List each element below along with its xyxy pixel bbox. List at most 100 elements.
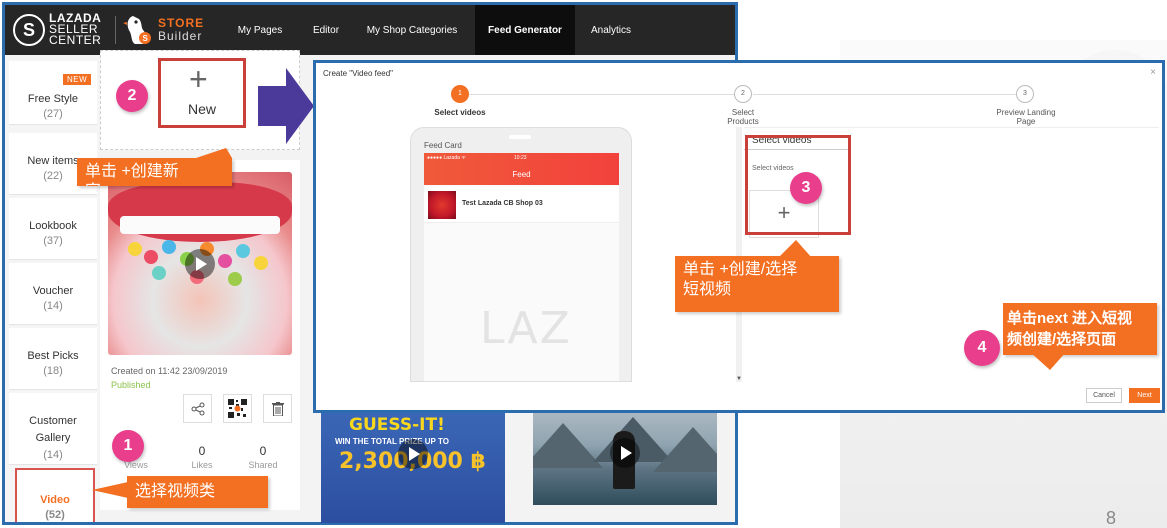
share-button[interactable] [183, 394, 212, 423]
lake-video-card[interactable] [533, 413, 717, 505]
lazada-seller-center-logo[interactable]: LAZADA SELLER CENTER [49, 12, 102, 47]
sidebar-item-count: (52) [45, 509, 65, 521]
shop-name: Test Lazada CB Shop 03 [462, 200, 543, 207]
nav-my-pages[interactable]: My Pages [227, 5, 293, 55]
step-3-indicator: 3 [1016, 85, 1034, 103]
candy-image [162, 240, 176, 254]
step-2-label: Select Products [727, 108, 759, 126]
plus-icon: + [189, 61, 208, 97]
step-3-label: Preview Landing Page [996, 108, 1056, 126]
candy-image [236, 244, 250, 258]
nav-my-shop-categories[interactable]: My Shop Categories [359, 5, 465, 55]
delete-button[interactable] [263, 394, 292, 423]
candy-image [152, 266, 166, 280]
candy-image [228, 272, 242, 286]
right-arrow-icon [258, 68, 314, 144]
sidebar-item-count: (14) [43, 300, 63, 312]
sidebar-item-label: Free Style [27, 93, 79, 105]
shop-avatar [428, 191, 456, 219]
sidebar-item-voucher[interactable]: Voucher (14) [9, 263, 97, 325]
new-badge: NEW [63, 74, 92, 85]
sidebar-item-label: Best Picks [27, 350, 79, 362]
video-thumbnail[interactable] [108, 172, 292, 355]
play-icon[interactable] [610, 438, 640, 468]
qr-code-button[interactable] [223, 394, 252, 423]
top-navigation: S LAZADA SELLER CENTER S STORE Builder M… [5, 5, 735, 55]
svg-text:S: S [143, 34, 149, 43]
sidebar-item-free-style[interactable]: Free Style (27) [9, 61, 97, 125]
callout-next-step: 单击next 进入短视 频创建/选择页面 [1003, 303, 1157, 355]
trash-icon [271, 402, 284, 417]
store-builder-logo[interactable]: STORE Builder [158, 17, 204, 43]
sidebar-item-customer-gallery[interactable]: Customer Gallery (14) [9, 393, 97, 465]
phone-screen-title: Feed [512, 170, 531, 179]
step-1-label: Select videos [434, 108, 486, 117]
guess-it-subline: WIN THE TOTAL PRIZE UP TO [335, 437, 449, 446]
callout-pointer [196, 148, 232, 158]
callout-select-video: 选择视频类 [127, 476, 268, 508]
play-icon[interactable] [185, 249, 215, 279]
sidebar-item-video[interactable]: Video (52) [15, 468, 95, 522]
cancel-button[interactable]: Cancel [1086, 388, 1122, 403]
store-builder-bird-icon: S [123, 16, 151, 44]
center-text: CENTER [49, 33, 102, 47]
candy-image [144, 250, 158, 264]
laz-watermark: LAZ [480, 303, 572, 354]
scroll-down-icon[interactable]: ▼ [736, 376, 742, 382]
sidebar-item-label: Lookbook [29, 220, 77, 232]
likes-count: 0 [198, 444, 206, 458]
candy-image [218, 254, 232, 268]
play-icon[interactable] [398, 439, 428, 469]
sidebar-item-label: Customer Gallery [29, 415, 77, 444]
phone-screen: ●●●●● Lazada ᯤ 10:23 Feed Test Lazada CB… [424, 153, 619, 381]
mountain-image [653, 427, 717, 472]
phone-speaker [509, 135, 531, 139]
nav-editor[interactable]: Editor [301, 5, 351, 55]
step-marker-1: 1 [112, 430, 144, 462]
candy-image [254, 256, 268, 270]
step-2-indicator: 2 [734, 85, 752, 103]
callout-create-video: 单击 +创建/选择 短视频 [675, 256, 839, 312]
new-feed-button[interactable]: + New [158, 58, 246, 128]
callout-pointer [778, 240, 812, 258]
step-marker-3: 3 [790, 172, 822, 204]
step-marker-2: 2 [116, 80, 148, 112]
feed-category-sidebar: Free Style (27) New items (22) Lookbook … [5, 55, 99, 522]
nav-analytics[interactable]: Analytics [583, 5, 639, 55]
sidebar-item-count: (27) [43, 108, 63, 120]
guess-it-video-card[interactable]: GUESS-IT! WIN THE TOTAL PRIZE UP TO 2,30… [321, 413, 505, 523]
sidebar-item-best-picks[interactable]: Best Picks (18) [9, 328, 97, 390]
feed-card-preview: Feed Card ●●●●● Lazada ᯤ 10:23 Feed Test… [410, 127, 632, 382]
sidebar-item-label: Video [40, 494, 70, 506]
candy-image [128, 242, 142, 256]
created-date: Created on 11:42 23/09/2019 [111, 366, 228, 376]
sidebar-item-lookbook[interactable]: Lookbook (37) [9, 198, 97, 260]
published-status: Published [111, 380, 151, 390]
preview-scrollbar[interactable]: ▼ [736, 127, 742, 382]
step-1-indicator: 1 [451, 85, 469, 103]
step-connector [469, 94, 742, 95]
likes-label: Likes [191, 460, 213, 470]
logo-divider [115, 16, 116, 44]
sidebar-item-label: Voucher [32, 285, 74, 297]
phone-carrier: ●●●●● Lazada ᯤ [427, 155, 466, 161]
views-label: Views [124, 460, 148, 470]
new-button-label: New [187, 101, 216, 117]
nav-feed-generator[interactable]: Feed Generator [475, 5, 575, 55]
next-button[interactable]: Next [1129, 388, 1160, 403]
dialog-title: Create "Video feed" [323, 69, 394, 78]
callout-pointer [92, 482, 128, 498]
phone-header: ●●●●● Lazada ᯤ 10:23 Feed [424, 153, 619, 185]
slide: 8 S LAZADA SELLER CENTER S STORE Builder… [0, 0, 1167, 528]
feed-card-label: Feed Card [424, 141, 462, 150]
teeth-image [120, 216, 280, 234]
lazada-logo-icon: S [13, 14, 45, 46]
sidebar-item-count: (37) [43, 235, 63, 247]
sidebar-item-label: New items [27, 155, 79, 167]
step-marker-4: 4 [964, 330, 1000, 366]
close-icon[interactable]: × [1150, 67, 1156, 78]
callout-pointer [1030, 352, 1066, 370]
shared-count: 0 [259, 444, 267, 458]
builder-text: Builder [158, 29, 203, 43]
sidebar-item-count: (18) [43, 365, 63, 377]
